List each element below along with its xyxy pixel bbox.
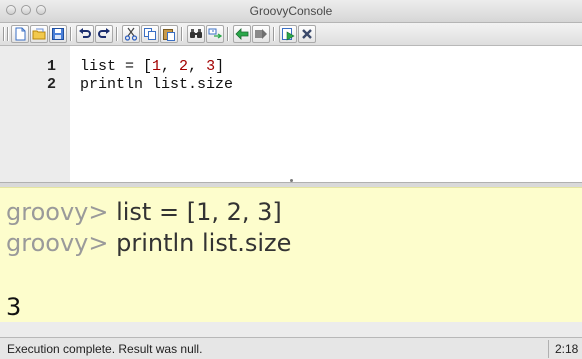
script-editor[interactable]: 1 list = [1, 2, 3] 2 println list.size (0, 46, 582, 182)
copy-icon (144, 28, 156, 40)
history-previous-icon (235, 28, 249, 40)
number-literal: 2 (179, 58, 189, 75)
history-previous-button[interactable] (233, 25, 251, 43)
cut-button[interactable] (122, 25, 140, 43)
undo-button[interactable] (76, 25, 94, 43)
copy-button[interactable] (141, 25, 159, 43)
code-line[interactable]: println list.size (80, 77, 233, 93)
code-text: ] (215, 58, 225, 75)
output-pane[interactable]: groovy> list = [1, 2, 3] groovy> println… (0, 187, 582, 322)
code-text: , (188, 58, 207, 75)
groovy-prompt: groovy> (6, 229, 117, 257)
replace-button[interactable] (206, 25, 224, 43)
new-file-icon (15, 27, 26, 41)
code-text: , (161, 58, 180, 75)
new-file-button[interactable] (11, 25, 29, 43)
title-bar: GroovyConsole (0, 0, 582, 23)
history-next-icon (255, 29, 267, 39)
status-bar: Execution complete. Result was null. 2:1… (0, 337, 582, 359)
number-literal: 1 (152, 58, 162, 75)
code-line[interactable]: list = [1, 2, 3] (80, 59, 224, 75)
toolbar-separator (70, 27, 72, 41)
window-title: GroovyConsole (249, 4, 333, 18)
line-number: 2 (46, 76, 56, 93)
output-entry: groovy> list = [1, 2, 3] (6, 198, 282, 226)
echoed-command: println list.size (116, 229, 292, 257)
groovy-prompt: groovy> (6, 198, 117, 226)
run-script-icon (282, 28, 295, 41)
status-message: Execution complete. Result was null. (7, 342, 203, 356)
clear-output-button[interactable] (298, 25, 316, 43)
open-folder-icon (32, 28, 46, 40)
caret-position: 2:18 (555, 342, 579, 356)
paste-icon (163, 29, 175, 41)
echoed-command: list = [1, 2, 3] (116, 198, 282, 226)
status-divider (548, 340, 549, 358)
number-literal: 3 (206, 58, 216, 75)
toolbar-separator (7, 27, 9, 41)
open-file-button[interactable] (30, 25, 48, 43)
undo-icon (79, 28, 91, 38)
replace-icon (208, 28, 222, 39)
redo-button[interactable] (95, 25, 113, 43)
cut-icon (124, 27, 138, 41)
save-button[interactable] (49, 25, 67, 43)
redo-icon (98, 28, 110, 38)
toolbar-separator (116, 27, 118, 41)
find-button[interactable] (187, 25, 205, 43)
history-next-button[interactable] (252, 25, 270, 43)
save-icon (52, 28, 64, 40)
toolbar-grip[interactable] (3, 27, 5, 41)
toolbar-separator (227, 27, 229, 41)
find-icon (190, 29, 202, 38)
script-result: 3 (6, 293, 22, 321)
run-script-button[interactable] (279, 25, 297, 43)
code-text: list = [ (80, 58, 153, 75)
toolbar (0, 23, 582, 46)
output-entry: groovy> println list.size (6, 229, 291, 257)
paste-button[interactable] (160, 25, 178, 43)
line-number: 1 (46, 58, 56, 75)
toolbar-separator (181, 27, 183, 41)
toolbar-separator (273, 27, 275, 41)
clear-output-icon (302, 29, 312, 39)
groovy-console-window: GroovyConsole 1 list = [1, 2, 3] 2 print… (0, 0, 582, 359)
